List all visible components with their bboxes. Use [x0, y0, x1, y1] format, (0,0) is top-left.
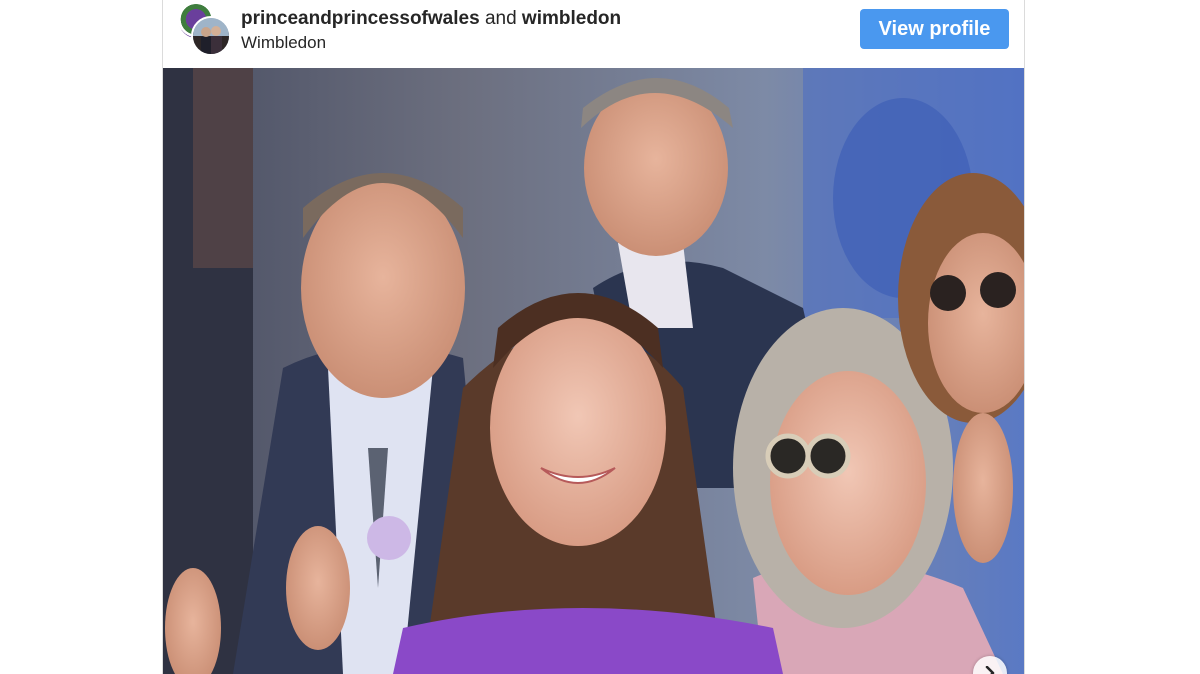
post-authors: princeandprincessofwales and wimbledon — [241, 8, 621, 30]
chevron-right-icon — [985, 666, 995, 674]
author-link-primary[interactable]: princeandprincessofwales — [241, 8, 480, 29]
avatar-stack[interactable] — [177, 2, 231, 56]
author-link-secondary[interactable]: wimbledon — [522, 8, 621, 29]
post-header: princeandprincessofwales and wimbledon W… — [163, 0, 1024, 68]
author-conjunction: and — [484, 8, 517, 29]
post-location[interactable]: Wimbledon — [241, 33, 326, 53]
profile-avatar-icon[interactable] — [191, 16, 231, 56]
view-profile-button[interactable]: View profile — [860, 9, 1009, 49]
post-photo[interactable] — [163, 68, 1024, 674]
instagram-post-embed: princeandprincessofwales and wimbledon W… — [162, 0, 1025, 674]
crowd-photo-illustration — [163, 68, 1024, 674]
